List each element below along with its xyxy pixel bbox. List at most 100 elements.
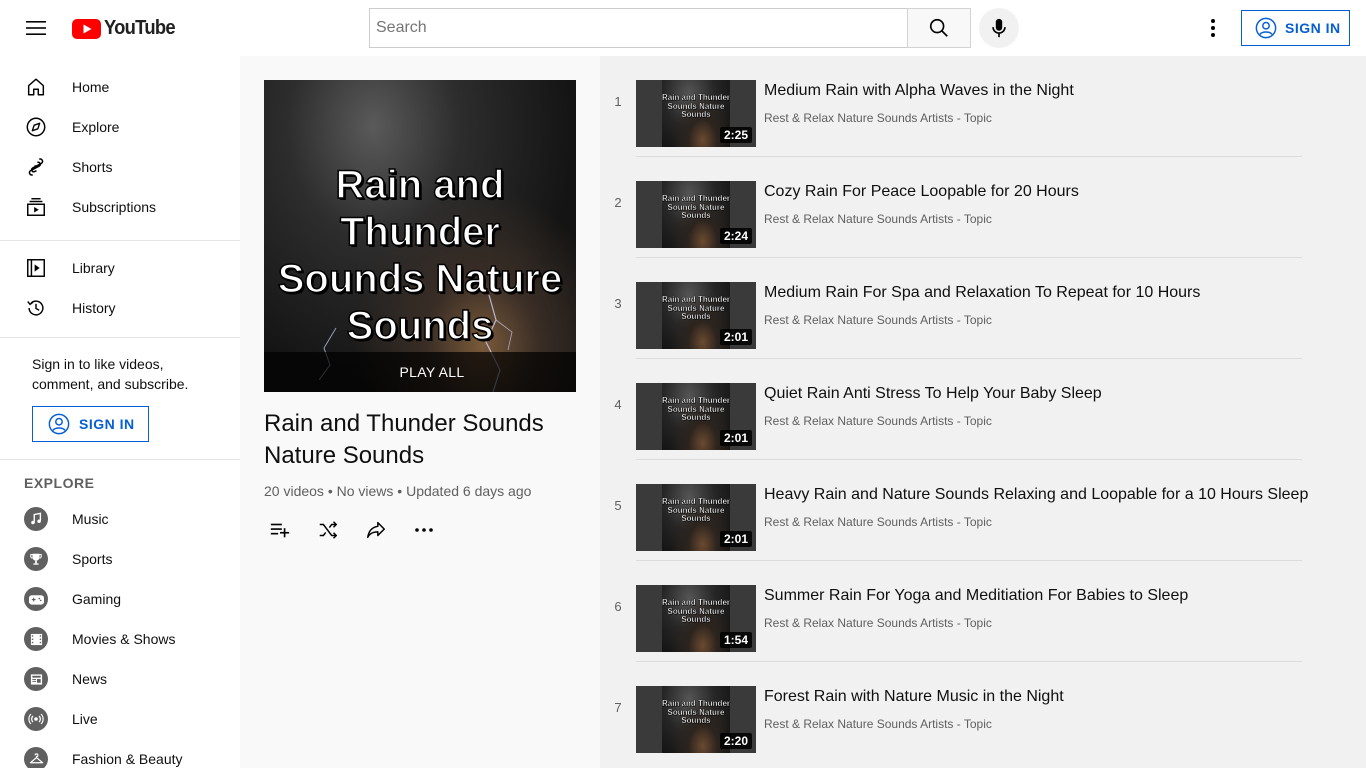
hanger-icon bbox=[29, 753, 43, 764]
sidebar-item-fashion-beauty[interactable]: Fashion & Beauty bbox=[0, 739, 240, 768]
video-thumbnail[interactable]: Rain and Thunder Sounds Nature Sounds 2:… bbox=[636, 80, 756, 147]
sidebar-divider bbox=[0, 459, 240, 460]
sidebar-item-home[interactable]: Home bbox=[0, 67, 240, 107]
sidebar-item-live[interactable]: Live bbox=[0, 699, 240, 739]
playlist-video-row[interactable]: 4 Rain and Thunder Sounds Nature Sounds … bbox=[600, 359, 1302, 460]
youtube-logo[interactable]: YouTube bbox=[72, 17, 181, 40]
video-index: 3 bbox=[614, 296, 622, 311]
sidebar-item-label: Subscriptions bbox=[72, 199, 157, 215]
video-thumbnail[interactable]: Rain and Thunder Sounds Nature Sounds 2:… bbox=[636, 484, 756, 551]
thumbnail-text: Rain and Thunder Sounds Nature Sounds bbox=[662, 194, 730, 220]
sidebar-item-label: Music bbox=[72, 511, 109, 527]
video-title[interactable]: Forest Rain with Nature Music in the Nig… bbox=[764, 686, 1064, 708]
film-icon bbox=[30, 633, 42, 645]
search-box[interactable] bbox=[369, 8, 908, 48]
sidebar-item-shorts[interactable]: Shorts bbox=[0, 147, 240, 187]
video-index: 6 bbox=[614, 599, 622, 614]
sidebar-item-explore[interactable]: Explore bbox=[0, 107, 240, 147]
video-title[interactable]: Cozy Rain For Peace Loopable for 20 Hour… bbox=[764, 181, 1079, 203]
sidebar-item-history[interactable]: History bbox=[0, 288, 240, 328]
video-channel[interactable]: Rest & Relax Nature Sounds Artists - Top… bbox=[764, 111, 992, 125]
sidebar-item-label: Home bbox=[72, 79, 110, 95]
sidebar-item-label: Library bbox=[72, 260, 115, 276]
video-thumbnail[interactable]: Rain and Thunder Sounds Nature Sounds 2:… bbox=[636, 383, 756, 450]
sidebar-item-music[interactable]: Music bbox=[0, 499, 240, 539]
sidebar-item-label: Explore bbox=[72, 119, 120, 135]
explore-header: EXPLORE bbox=[24, 475, 95, 491]
video-channel[interactable]: Rest & Relax Nature Sounds Artists - Top… bbox=[764, 717, 992, 731]
playlist-video-row[interactable]: 5 Rain and Thunder Sounds Nature Sounds … bbox=[600, 460, 1308, 561]
video-channel[interactable]: Rest & Relax Nature Sounds Artists - Top… bbox=[764, 414, 992, 428]
sidebar-item-label: History bbox=[72, 300, 116, 316]
sidebar-item-label: Sports bbox=[72, 551, 113, 567]
playlist-video-row[interactable]: 1 Rain and Thunder Sounds Nature Sounds … bbox=[600, 56, 1302, 157]
video-title[interactable]: Medium Rain with Alpha Waves in the Nigh… bbox=[764, 80, 1074, 102]
play-all-button[interactable]: PLAY ALL bbox=[264, 352, 576, 392]
sign-in-label: SIGN IN bbox=[79, 416, 135, 432]
search-icon bbox=[929, 18, 948, 37]
video-index: 4 bbox=[614, 397, 622, 412]
video-title[interactable]: Summer Rain For Yoga and Meditiation For… bbox=[764, 585, 1188, 607]
video-index: 1 bbox=[614, 94, 622, 109]
sidebar-item-subscriptions[interactable]: Subscriptions bbox=[0, 187, 240, 227]
shuffle-button[interactable] bbox=[308, 514, 348, 546]
live-icon bbox=[28, 713, 44, 725]
more-vert-icon bbox=[1211, 19, 1215, 37]
shuffle-icon bbox=[319, 521, 338, 539]
save-playlist-button[interactable] bbox=[260, 514, 300, 546]
thumbnail-text: Rain and Thunder Sounds Nature Sounds bbox=[662, 93, 730, 119]
thumbnail-text: Rain and Thunder Sounds Nature Sounds bbox=[662, 699, 730, 725]
sidebar-item-movies-shows[interactable]: Movies & Shows bbox=[0, 619, 240, 659]
sidebar-explore-section: Music Sports Gaming Movies & Shows News … bbox=[0, 499, 240, 768]
video-title[interactable]: Medium Rain For Spa and Relaxation To Re… bbox=[764, 282, 1200, 304]
share-button[interactable] bbox=[356, 514, 396, 546]
playlist-video-row[interactable]: 3 Rain and Thunder Sounds Nature Sounds … bbox=[600, 258, 1302, 359]
menu-button[interactable] bbox=[20, 12, 52, 44]
video-thumbnail[interactable]: Rain and Thunder Sounds Nature Sounds 2:… bbox=[636, 686, 756, 753]
playlist-video-row[interactable]: 2 Rain and Thunder Sounds Nature Sounds … bbox=[600, 157, 1302, 258]
playlist-thumbnail[interactable]: Rain and Thunder Sounds Nature Sounds PL… bbox=[264, 80, 576, 392]
sidebar-item-label: Live bbox=[72, 711, 98, 727]
video-thumbnail[interactable]: Rain and Thunder Sounds Nature Sounds 1:… bbox=[636, 585, 756, 652]
share-icon bbox=[367, 521, 385, 539]
masthead: YouTube SIGN IN bbox=[0, 0, 1366, 56]
trophy-icon bbox=[30, 553, 42, 565]
voice-search-button[interactable] bbox=[979, 8, 1019, 48]
video-title[interactable]: Heavy Rain and Nature Sounds Relaxing an… bbox=[764, 484, 1308, 506]
music-icon bbox=[31, 512, 42, 525]
playlist-more-button[interactable] bbox=[404, 514, 444, 546]
more-icon bbox=[415, 528, 433, 532]
sidebar-item-sports[interactable]: Sports bbox=[0, 539, 240, 579]
video-duration: 2:01 bbox=[719, 430, 752, 446]
video-channel[interactable]: Rest & Relax Nature Sounds Artists - Top… bbox=[764, 212, 992, 226]
sidebar-item-library[interactable]: Library bbox=[0, 248, 240, 288]
video-channel[interactable]: Rest & Relax Nature Sounds Artists - Top… bbox=[764, 616, 992, 630]
playlist-thumbnail-text: Rain and Thunder Sounds Nature Sounds bbox=[277, 162, 563, 349]
playlist-video-row[interactable]: 7 Rain and Thunder Sounds Nature Sounds … bbox=[600, 662, 1302, 763]
thumbnail-text: Rain and Thunder Sounds Nature Sounds bbox=[662, 598, 730, 624]
settings-more-button[interactable] bbox=[1197, 12, 1229, 44]
video-title[interactable]: Quiet Rain Anti Stress To Help Your Baby… bbox=[764, 383, 1102, 405]
video-channel[interactable]: Rest & Relax Nature Sounds Artists - Top… bbox=[764, 515, 992, 529]
video-duration: 1:54 bbox=[719, 632, 752, 648]
video-index: 2 bbox=[614, 195, 622, 210]
search-button[interactable] bbox=[907, 8, 971, 48]
sidebar-item-gaming[interactable]: Gaming bbox=[0, 579, 240, 619]
video-duration: 2:20 bbox=[719, 733, 752, 749]
sidebar-divider bbox=[0, 337, 240, 338]
playlist-title: Rain and Thunder Sounds Nature Sounds bbox=[264, 410, 544, 469]
sidebar-item-news[interactable]: News bbox=[0, 659, 240, 699]
video-channel[interactable]: Rest & Relax Nature Sounds Artists - Top… bbox=[764, 313, 992, 327]
playlist-video-row[interactable]: 6 Rain and Thunder Sounds Nature Sounds … bbox=[600, 561, 1302, 662]
video-thumbnail[interactable]: Rain and Thunder Sounds Nature Sounds 2:… bbox=[636, 181, 756, 248]
subscriptions-icon bbox=[27, 198, 45, 216]
sign-in-button[interactable]: SIGN IN bbox=[1241, 10, 1350, 46]
playlist-video-list: 1 Rain and Thunder Sounds Nature Sounds … bbox=[600, 56, 1366, 768]
sidebar-library-section: Library History bbox=[0, 248, 240, 328]
sidebar-sign-in-button[interactable]: SIGN IN bbox=[32, 406, 149, 442]
sidebar-divider bbox=[0, 240, 240, 241]
playlist-stats: 20 videos • No views • Updated 6 days ag… bbox=[264, 483, 532, 499]
video-thumbnail[interactable]: Rain and Thunder Sounds Nature Sounds 2:… bbox=[636, 282, 756, 349]
compass-icon bbox=[26, 117, 46, 137]
search-input[interactable] bbox=[376, 19, 908, 37]
